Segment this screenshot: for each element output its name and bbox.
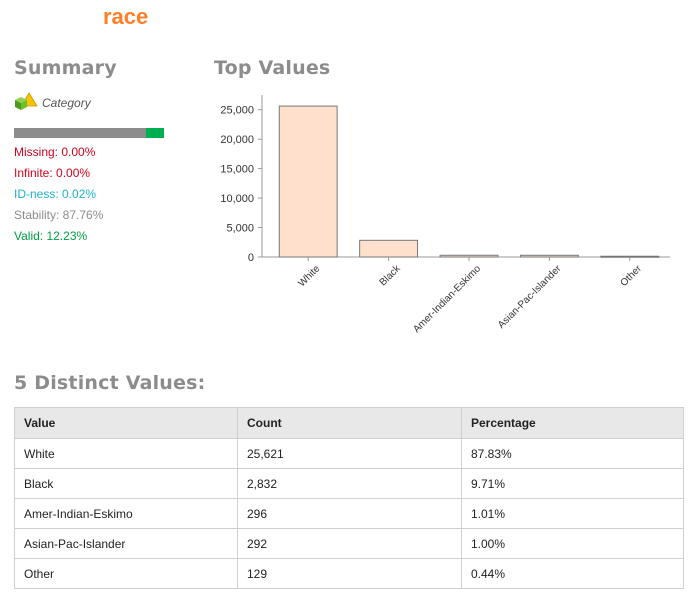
table-header-row: Value Count Percentage — [14, 407, 684, 439]
cell-count: 296 — [237, 498, 462, 529]
table-row: Other 129 0.44% — [14, 558, 684, 589]
cell-percentage: 1.01% — [461, 498, 684, 529]
validity-bar — [14, 128, 164, 138]
cell-value: Asian-Pac-Islander — [14, 528, 238, 559]
y-tick-label: 0 — [248, 252, 254, 264]
cell-count: 129 — [237, 558, 462, 589]
column-header-value: Value — [14, 407, 238, 439]
y-tick-label: 15,000 — [220, 164, 254, 176]
bar-black — [359, 239, 419, 258]
cell-value: Other — [14, 558, 238, 589]
bar-asian-pac-islander — [519, 254, 579, 258]
x-tick-label: Amer-Indian-Eskimo — [411, 263, 483, 335]
x-tick-label: Black — [378, 263, 404, 289]
top-values-heading: Top Values — [214, 57, 331, 79]
y-tick-label: 10,000 — [220, 193, 254, 205]
cell-value: Black — [14, 468, 238, 499]
type-row: Category — [14, 91, 91, 116]
cell-percentage: 1.00% — [461, 528, 684, 559]
cell-value: White — [14, 438, 238, 469]
cell-count: 2,832 — [237, 468, 462, 499]
y-tick-label: 25,000 — [220, 105, 254, 117]
cell-count: 292 — [237, 528, 462, 559]
column-header-percentage: Percentage — [461, 407, 684, 439]
table-row: Black 2,832 9.71% — [14, 468, 684, 499]
attribute-title: race — [103, 4, 149, 29]
cell-percentage: 87.83% — [461, 438, 684, 469]
x-tick-label: Asian-Pac-Islander — [496, 263, 564, 331]
table-row: Asian-Pac-Islander 292 1.00% — [14, 528, 684, 559]
valid-fill — [145, 128, 164, 138]
table-row: White 25,621 87.83% — [14, 438, 684, 469]
summary-heading: Summary — [14, 57, 117, 79]
cell-value: Amer-Indian-Eskimo — [14, 498, 238, 529]
valid-stat: Valid: 12.23% — [14, 229, 88, 243]
infinite-stat: Infinite: 0.00% — [14, 166, 91, 180]
top-values-chart: 0 5,000 10,000 15,000 20,000 25,000 White Black… — [220, 95, 670, 335]
y-tick-label: 5,000 — [226, 223, 254, 235]
type-label: Category — [42, 96, 91, 110]
table-row: Amer-Indian-Eskimo 296 1.01% — [14, 498, 684, 529]
bar-amer-indian-eskimo — [439, 254, 499, 258]
category-type-icon — [14, 91, 38, 116]
y-tick-label: 20,000 — [220, 134, 254, 146]
cell-count: 25,621 — [237, 438, 462, 469]
idness-stat: ID-ness: 0.02% — [14, 187, 97, 201]
distinct-values-heading: 5 Distinct Values: — [14, 372, 206, 394]
stability-stat: Stability: 87.76% — [14, 208, 104, 222]
cell-percentage: 0.44% — [461, 558, 684, 589]
cell-percentage: 9.71% — [461, 468, 684, 499]
bar-white — [278, 105, 338, 258]
column-header-count: Count — [237, 407, 462, 439]
x-tick-label: White — [296, 263, 322, 289]
missing-stat: Missing: 0.00% — [14, 145, 96, 159]
x-tick-label: Other — [618, 263, 644, 289]
distinct-values-table: Value Count Percentage White 25,621 87.8… — [14, 407, 684, 589]
